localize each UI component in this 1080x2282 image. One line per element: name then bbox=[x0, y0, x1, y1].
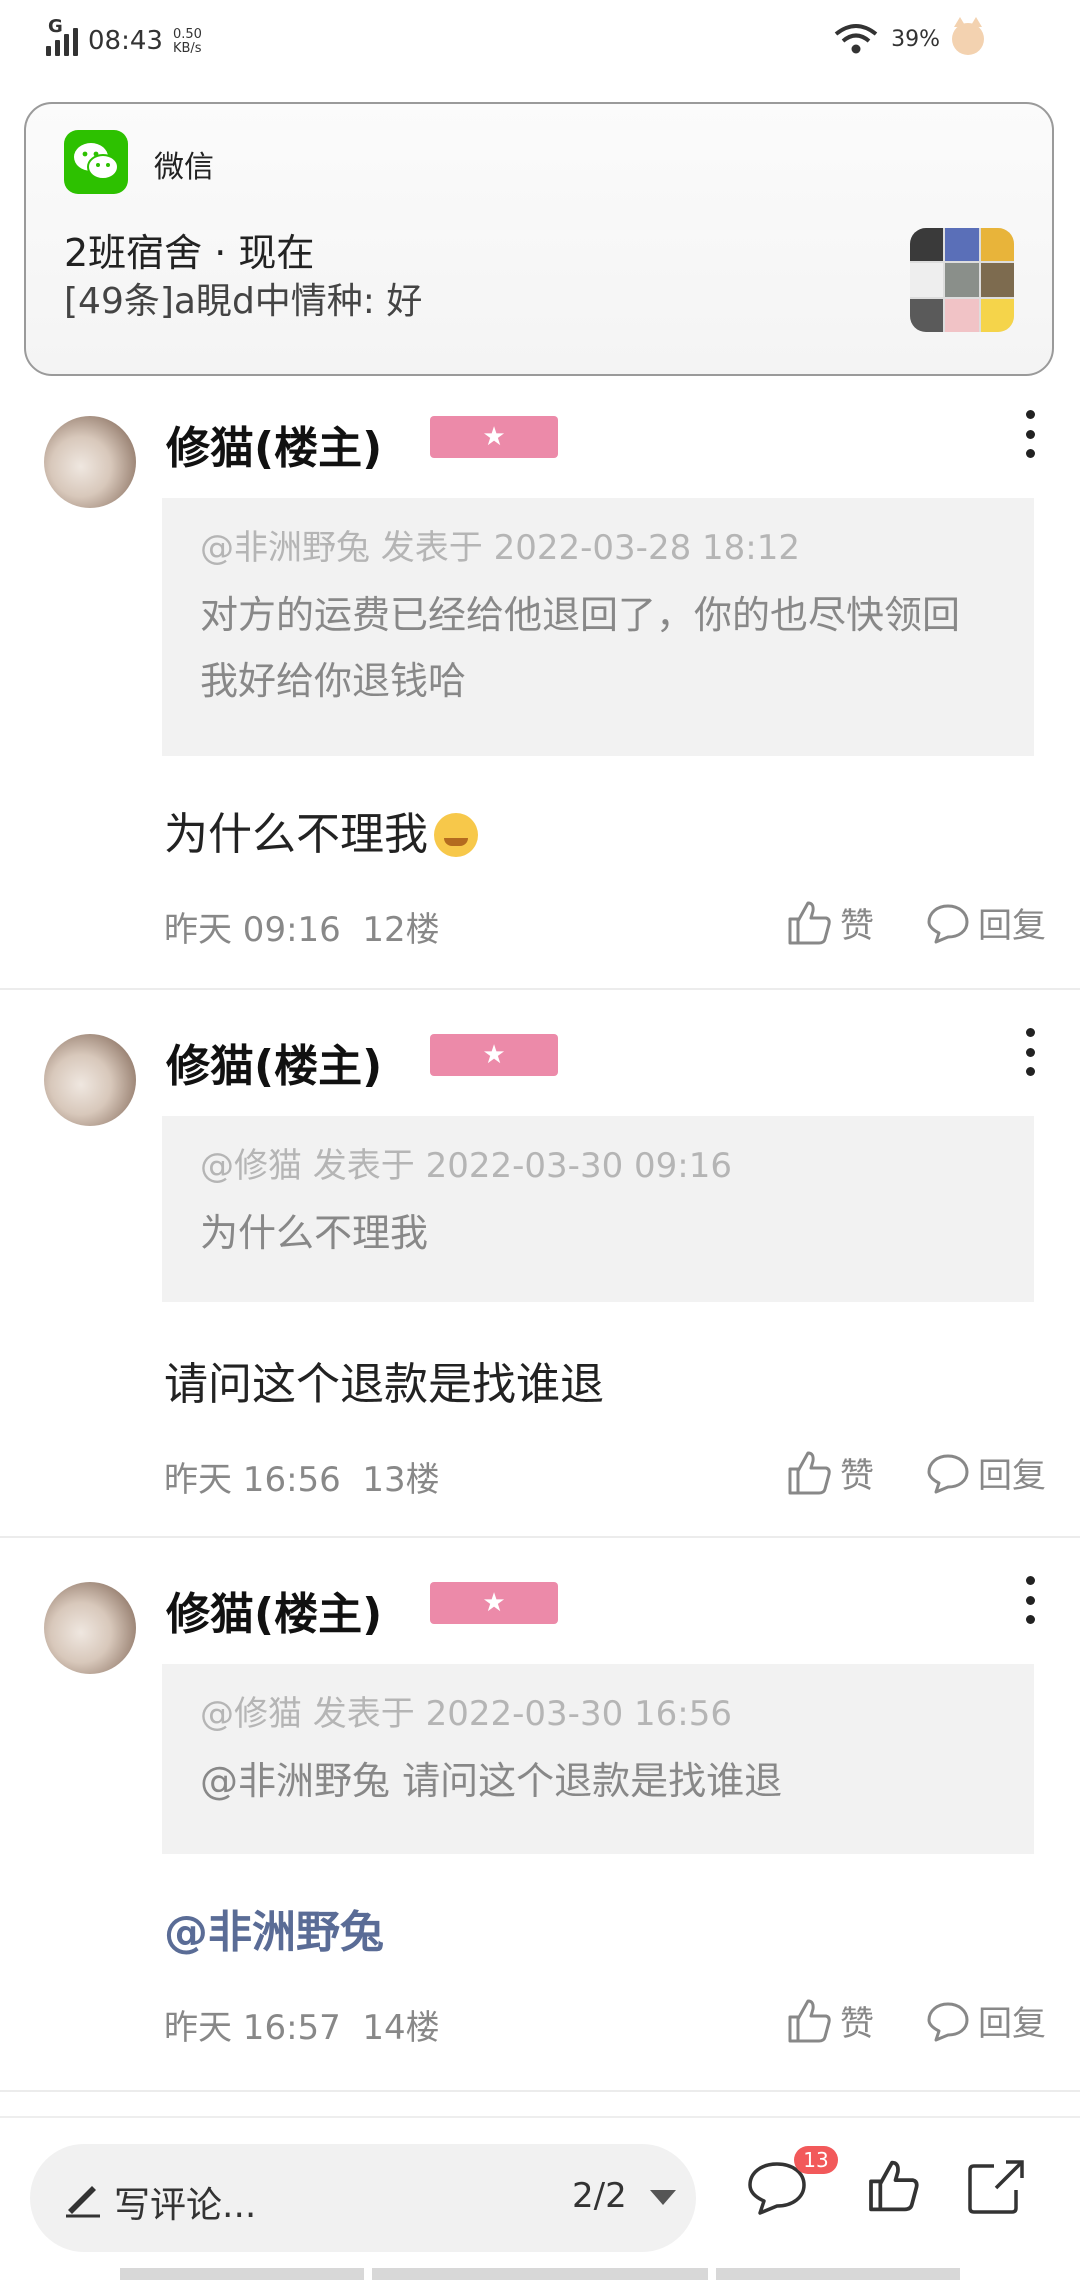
mention-link[interactable]: @非洲野兔 bbox=[164, 1896, 384, 1960]
reply-button[interactable]: 回复 bbox=[926, 1448, 1046, 1497]
bottom-bar: 写评论... 2/2 13 bbox=[0, 2116, 1080, 2282]
reply-button[interactable]: 回复 bbox=[926, 898, 1046, 947]
comment-icon bbox=[927, 904, 969, 943]
wechat-icon bbox=[64, 130, 128, 194]
status-time: 08:43 bbox=[88, 26, 163, 56]
more-options-icon[interactable] bbox=[1024, 1576, 1036, 1624]
avatar[interactable] bbox=[44, 1582, 136, 1674]
share-icon[interactable] bbox=[966, 2158, 1026, 2216]
quote-text: @非洲野兔 请问这个退款是找谁退 bbox=[200, 1759, 783, 1803]
group-avatar bbox=[910, 228, 1014, 332]
divider bbox=[0, 2090, 1080, 2092]
comment-input[interactable]: 写评论... 2/2 bbox=[30, 2144, 696, 2252]
quote-text: 为什么不理我 bbox=[200, 1211, 429, 1255]
page-indicator[interactable]: 2/2 bbox=[572, 2176, 627, 2216]
like-button[interactable]: 赞 bbox=[784, 1448, 874, 1497]
thumbs-up-icon[interactable] bbox=[864, 2158, 920, 2214]
floor-number: 12楼 bbox=[362, 910, 440, 950]
divider bbox=[0, 1536, 1080, 1538]
notification-title: 2班宿舍 · 现在 bbox=[64, 231, 315, 275]
signal-icon: G bbox=[46, 16, 78, 56]
comment-meta: 昨天 16:56 13楼 bbox=[164, 1452, 440, 1501]
network-type: G bbox=[48, 16, 63, 37]
username[interactable]: 修猫(楼主) bbox=[166, 1578, 382, 1642]
comment-icon bbox=[927, 2002, 969, 2041]
laughing-emoji-icon bbox=[434, 813, 478, 857]
comment-content: 为什么不理我 bbox=[164, 798, 478, 862]
divider bbox=[0, 988, 1080, 990]
like-button[interactable]: 赞 bbox=[784, 898, 874, 947]
avatar[interactable] bbox=[44, 416, 136, 508]
more-options-icon[interactable] bbox=[1024, 1028, 1036, 1076]
comment-floor-14: 修猫(楼主) ★ @修猫 发表于 2022-03-30 16:56 @非洲野兔 … bbox=[0, 1546, 1080, 2086]
quote-meta: @修猫 发表于 2022-03-30 09:16 bbox=[200, 1146, 732, 1186]
nav-bar-segment bbox=[716, 2268, 960, 2280]
quoted-comment[interactable]: @修猫 发表于 2022-03-30 09:16 为什么不理我 bbox=[162, 1116, 1034, 1302]
floor-number: 13楼 bbox=[362, 1460, 440, 1500]
dropdown-icon[interactable] bbox=[650, 2190, 676, 2205]
wechat-notification[interactable]: 微信 2班宿舍 · 现在 [49条]a睍d中情种: 好 bbox=[24, 102, 1054, 376]
owner-badge: ★ bbox=[430, 1582, 558, 1624]
notification-app-name: 微信 bbox=[154, 150, 214, 185]
comment-meta: 昨天 09:16 12楼 bbox=[164, 902, 440, 951]
comment-time: 昨天 16:56 bbox=[164, 1460, 341, 1500]
username[interactable]: 修猫(楼主) bbox=[166, 1030, 382, 1094]
comment-placeholder: 写评论... bbox=[114, 2185, 257, 2226]
quoted-comment[interactable]: @非洲野兔 发表于 2022-03-28 18:12 对方的运费已经给他退回了，… bbox=[162, 498, 1034, 756]
comment-time: 昨天 16:57 bbox=[164, 2008, 341, 2048]
owner-badge: ★ bbox=[430, 416, 558, 458]
comment-floor-12: 修猫(楼主) ★ @非洲野兔 发表于 2022-03-28 18:12 对方的运… bbox=[0, 380, 1080, 990]
nav-bar-segment bbox=[120, 2268, 364, 2280]
reply-button[interactable]: 回复 bbox=[926, 1996, 1046, 2045]
wifi-icon bbox=[834, 24, 878, 54]
owner-badge: ★ bbox=[430, 1034, 558, 1076]
status-bar: G 08:43 0.50 KB/s 39% bbox=[0, 0, 1080, 80]
quote-text: 对方的运费已经给他退回了，你的也尽快领回我好给你退钱哈 bbox=[200, 593, 961, 703]
comment-count-badge: 13 bbox=[794, 2146, 838, 2174]
thumbs-up-icon bbox=[788, 1451, 831, 1494]
comment-meta: 昨天 16:57 14楼 bbox=[164, 2000, 440, 2049]
thumbs-up-icon bbox=[788, 1999, 831, 2042]
floor-number: 14楼 bbox=[362, 2008, 440, 2048]
comment-content: 请问这个退款是找谁退 bbox=[164, 1359, 604, 1410]
comment-icon bbox=[927, 1454, 969, 1493]
quoted-comment[interactable]: @修猫 发表于 2022-03-30 16:56 @非洲野兔 请问这个退款是找谁… bbox=[162, 1664, 1034, 1854]
thumbs-up-icon bbox=[788, 901, 831, 944]
avatar[interactable] bbox=[44, 1034, 136, 1126]
battery-level: 39% bbox=[891, 26, 940, 52]
nav-bar-segment bbox=[372, 2268, 708, 2280]
comment-floor-13: 修猫(楼主) ★ @修猫 发表于 2022-03-30 09:16 为什么不理我… bbox=[0, 998, 1080, 1538]
notification-body: [49条]a睍d中情种: 好 bbox=[64, 281, 423, 322]
like-button[interactable]: 赞 bbox=[784, 1996, 874, 2045]
network-speed: 0.50 KB/s bbox=[172, 27, 202, 56]
battery-cat-icon bbox=[952, 17, 984, 55]
quote-meta: @修猫 发表于 2022-03-30 16:56 bbox=[200, 1694, 732, 1734]
more-options-icon[interactable] bbox=[1024, 410, 1036, 458]
quote-meta: @非洲野兔 发表于 2022-03-28 18:12 bbox=[200, 528, 800, 568]
username[interactable]: 修猫(楼主) bbox=[166, 412, 382, 476]
comment-time: 昨天 09:16 bbox=[164, 910, 341, 950]
pen-icon bbox=[66, 2186, 100, 2218]
